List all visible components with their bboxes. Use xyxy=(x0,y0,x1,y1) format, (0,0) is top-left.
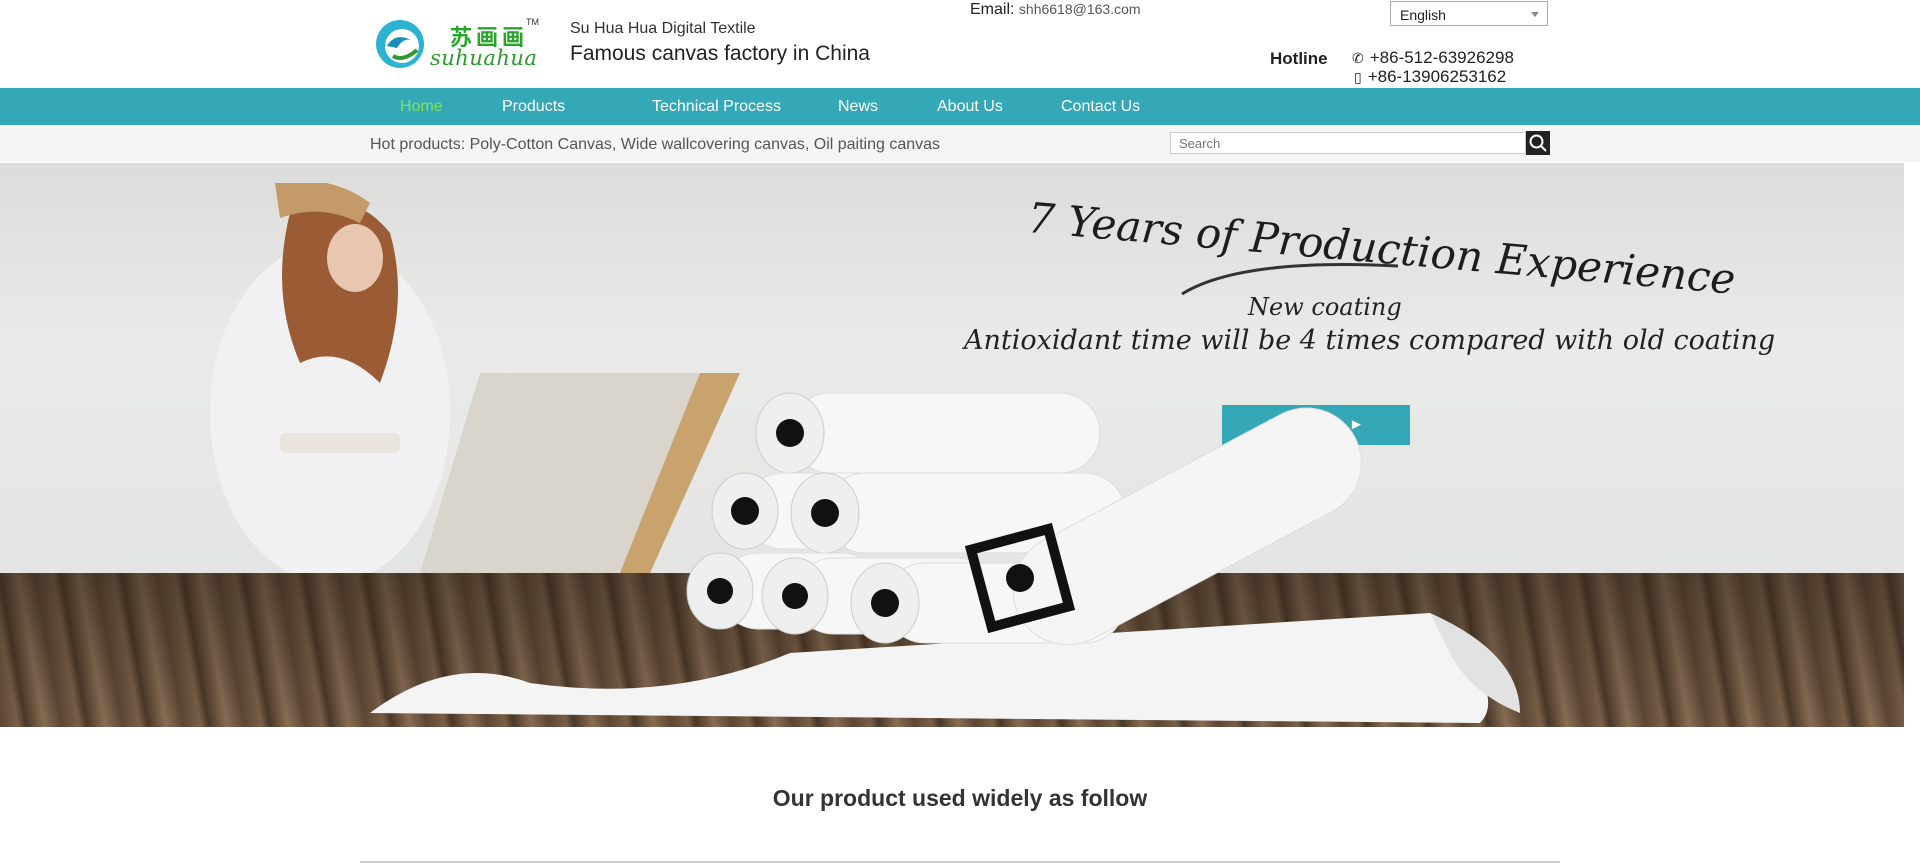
mobile-icon: ▯ xyxy=(1354,69,1362,85)
chevron-down-icon xyxy=(1531,12,1539,17)
hot-products-text: Hot products: Poly-Cotton Canvas, Wide w… xyxy=(370,136,941,153)
nav-home[interactable]: Home xyxy=(400,98,443,116)
company-name: Su Hua Hua Digital Textile xyxy=(570,20,756,37)
section-divider xyxy=(360,861,1560,863)
logo-tm: TM xyxy=(526,17,539,27)
main-nav: Home Products Technical Process News Abo… xyxy=(0,88,1920,125)
site-header: 苏画画 TM suhuahua Su Hua Hua Digital Texti… xyxy=(0,0,1920,88)
phone-line-1: ✆ +86-512-63926298 xyxy=(1352,48,1514,68)
search-button[interactable] xyxy=(1526,131,1550,155)
nav-contact-us[interactable]: Contact Us xyxy=(1061,98,1140,116)
hero-banner: 7 Years of Production Experience New coa… xyxy=(0,163,1904,727)
slogan: Famous canvas factory in China xyxy=(570,42,870,65)
nav-news[interactable]: News xyxy=(838,98,878,116)
canvas-rolls-image xyxy=(370,392,1520,723)
phone-number-1: +86-512-63926298 xyxy=(1369,48,1514,67)
language-value: English xyxy=(1400,7,1446,23)
banner-subline: New coating xyxy=(1248,293,1402,321)
nav-products[interactable]: Products xyxy=(502,98,565,116)
email-link[interactable]: shh6618@163.com xyxy=(1019,1,1141,17)
hot-products-bar: Hot products: Poly-Cotton Canvas, Wide w… xyxy=(0,125,1920,162)
nav-about-us[interactable]: About Us xyxy=(937,98,1003,116)
phone-number-2: +86-13906253162 xyxy=(1367,67,1507,86)
logo-wordmark: suhuahua xyxy=(430,46,538,70)
swoosh-decoration xyxy=(1181,263,1399,296)
email-block: Email: shh6618@163.com xyxy=(970,1,1141,19)
banner-body: Antioxidant time will be 4 times compare… xyxy=(964,325,1776,356)
nav-technical-process[interactable]: Technical Process xyxy=(652,98,781,116)
section-title: Our product used widely as follow xyxy=(772,785,1148,811)
phone-icon: ✆ xyxy=(1352,50,1364,66)
language-select[interactable]: English xyxy=(1390,1,1548,26)
search-input[interactable] xyxy=(1170,132,1526,154)
search-icon xyxy=(1529,134,1547,152)
phone-line-2: ▯ +86-13906253162 xyxy=(1354,67,1506,87)
email-label: Email: xyxy=(970,1,1015,18)
hotline-label: Hotline xyxy=(1270,49,1328,68)
